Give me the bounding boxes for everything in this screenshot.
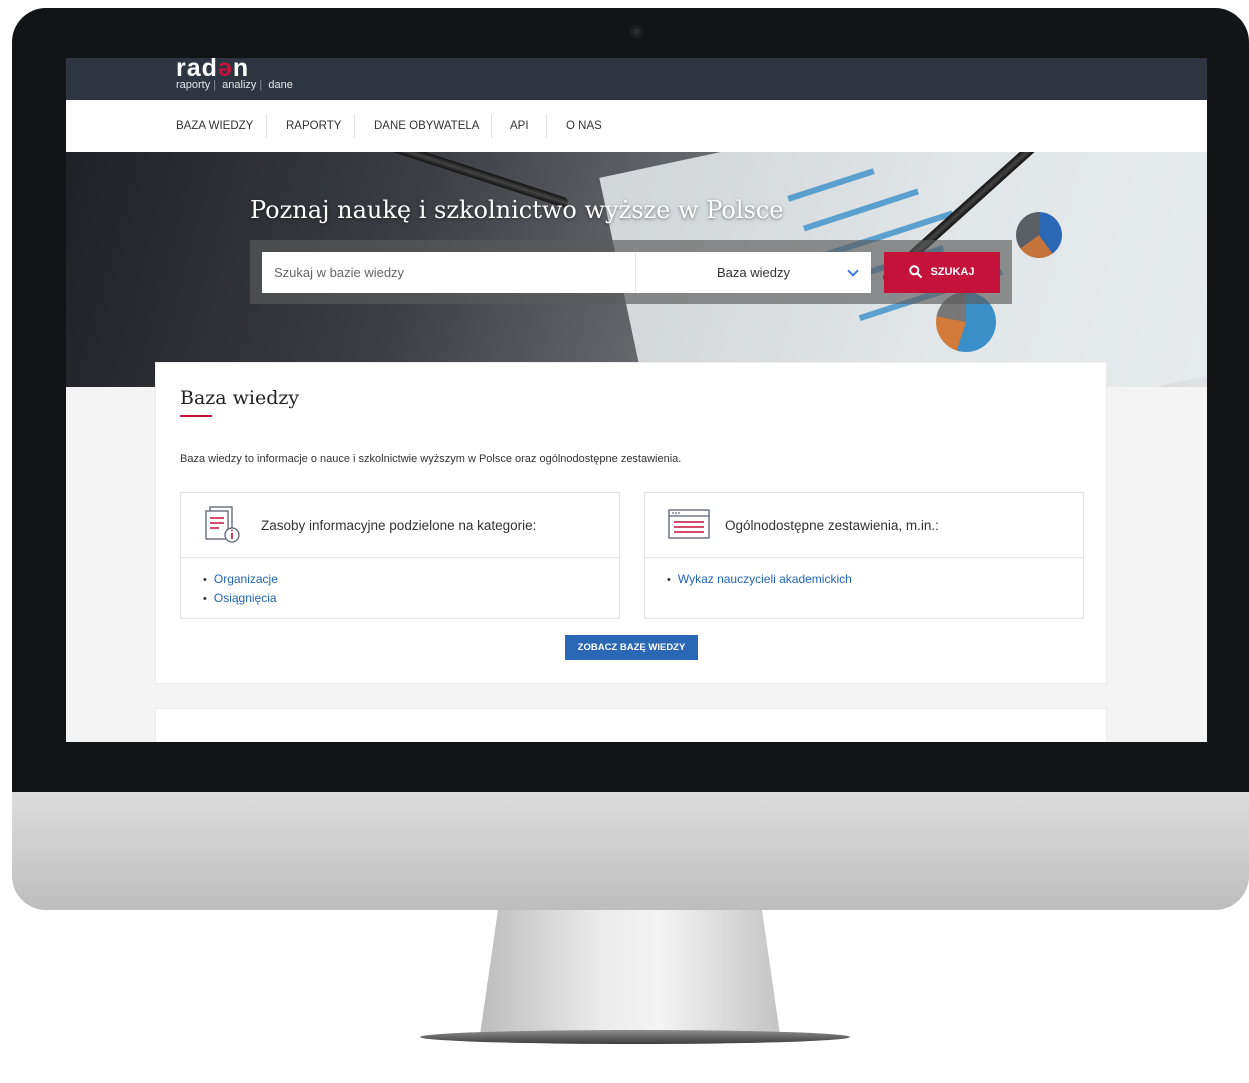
nav-item-dane-obywatela[interactable]: DANE OBYWATELA [356, 100, 497, 152]
resources-box: Zasoby informacyjne podzielone na katego… [180, 492, 620, 619]
title-underline [180, 415, 212, 417]
box-title: Zasoby informacyjne podzielone na katego… [261, 518, 537, 533]
search-input[interactable]: Szukaj w bazie wiedzy [262, 252, 635, 293]
search-bar: Szukaj w bazie wiedzy Baza wiedzy SZUKAJ [250, 240, 1012, 304]
next-section-card [155, 708, 1107, 742]
nav-item-o-nas[interactable]: O NAS [548, 100, 620, 152]
nav-item-baza-wiedzy[interactable]: BAZA WIEDZY [158, 100, 271, 152]
nav-item-raporty[interactable]: RAPORTY [268, 100, 359, 152]
search-scope-value: Baza wiedzy [717, 265, 790, 280]
monitor-chin [12, 792, 1249, 910]
pie-chart-decoration [1016, 212, 1062, 258]
logo-tagline: raporty | analizy | dane [176, 79, 293, 91]
monitor-stand [480, 910, 780, 1035]
knowledge-base-card: Baza wiedzy Baza wiedzy to informacje o … [155, 362, 1107, 684]
camera-icon [630, 25, 643, 38]
imac-mockup: radən raporty | analizy | dane BAZA WIEDZY… [0, 0, 1249, 1083]
summaries-box: Ogólnodostępne zestawienia, m.in.: Wykaz… [644, 492, 1084, 619]
top-bar: radən raporty | analizy | dane [66, 58, 1207, 100]
document-info-icon [205, 506, 240, 543]
hero-banner: Poznaj naukę i szkolnictwo wyższe w Pols… [66, 152, 1207, 387]
nav-divider [354, 114, 355, 138]
search-scope-select[interactable]: Baza wiedzy [635, 252, 871, 293]
link-osiagniecia[interactable]: Osiągnięcia [203, 589, 278, 608]
resource-links: Organizacje Osiągnięcia [203, 570, 278, 608]
nav-divider [546, 114, 547, 138]
monitor-base [420, 1030, 850, 1044]
search-button[interactable]: SZUKAJ [884, 252, 1000, 293]
main-nav: BAZA WIEDZY RAPORTY DANE OBYWATELA API O… [66, 100, 1207, 152]
logo[interactable]: radən [176, 58, 249, 81]
box-title: Ogólnodostępne zestawienia, m.in.: [725, 518, 939, 533]
box-header: Zasoby informacyjne podzielone na katego… [181, 493, 619, 558]
section-description: Baza wiedzy to informacje o nauce i szko… [180, 453, 682, 465]
summary-links: Wykaz nauczycieli akademickich [667, 570, 852, 589]
box-header: Ogólnodostępne zestawienia, m.in.: [645, 493, 1083, 558]
see-knowledge-base-button[interactable]: ZOBACZ BAZĘ WIEDZY [565, 635, 698, 660]
hero-title: Poznaj naukę i szkolnictwo wyższe w Pols… [250, 196, 784, 224]
browser-list-icon [668, 509, 710, 539]
section-title: Baza wiedzy [180, 387, 300, 409]
nav-divider [266, 114, 267, 138]
nav-item-api[interactable]: API [492, 100, 547, 152]
search-button-label: SZUKAJ [930, 266, 975, 278]
screen: radən raporty | analizy | dane BAZA WIEDZY… [66, 58, 1207, 742]
link-wykaz-nauczycieli[interactable]: Wykaz nauczycieli akademickich [667, 570, 852, 589]
search-icon [909, 264, 923, 278]
chevron-down-icon [847, 265, 859, 277]
link-organizacje[interactable]: Organizacje [203, 570, 278, 589]
